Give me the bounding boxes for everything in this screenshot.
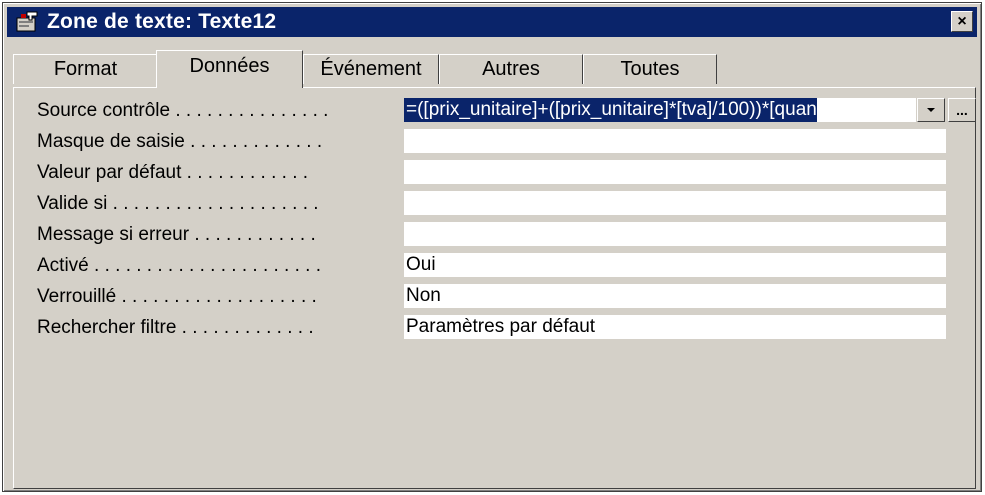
tab-label: Format	[53, 58, 118, 80]
property-label: Valeur par défaut . . . . . . . . . . . …	[37, 162, 309, 183]
title-bar[interactable]: Zone de texte: Texte12 ×	[7, 7, 977, 37]
property-row-rechercher-filtre[interactable]: Rechercher filtre . . . . . . . . . . . …	[27, 315, 972, 340]
property-label: Verrouillé . . . . . . . . . . . . . . .…	[37, 286, 317, 307]
tab-toutes[interactable]: Toutes	[583, 54, 717, 84]
property-row-source-controle[interactable]: Source contrôle . . . . . . . . . . . . …	[27, 98, 976, 123]
valide-si-input[interactable]	[404, 191, 946, 215]
property-row-masque[interactable]: Masque de saisie . . . . . . . . . . . .…	[27, 129, 972, 154]
dropdown-button[interactable]	[917, 98, 945, 122]
property-row-verrouille[interactable]: Verrouillé . . . . . . . . . . . . . . .…	[27, 284, 972, 309]
valeur-par-defaut-input[interactable]	[404, 160, 946, 184]
close-icon: ×	[957, 12, 967, 30]
close-button[interactable]: ×	[951, 11, 973, 32]
property-row-message-erreur[interactable]: Message si erreur . . . . . . . . . . . …	[27, 222, 972, 247]
message-si-erreur-input[interactable]	[404, 222, 946, 246]
rechercher-filtre-input[interactable]: Paramètres par défaut	[404, 315, 946, 339]
ellipsis-icon: ...	[956, 102, 968, 118]
tab-format[interactable]: Format	[13, 54, 158, 84]
selected-text: =([prix_unitaire]+([prix_unitaire]*[tva]…	[404, 98, 817, 122]
property-label: Activé . . . . . . . . . . . . . . . . .…	[37, 255, 322, 276]
property-row-valide-si[interactable]: Valide si . . . . . . . . . . . . . . . …	[27, 191, 972, 216]
tab-donnees[interactable]: Données	[156, 50, 303, 88]
tab-evenement[interactable]: Événement	[303, 54, 439, 84]
property-row-valeur-defaut[interactable]: Valeur par défaut . . . . . . . . . . . …	[27, 160, 972, 185]
tab-autres[interactable]: Autres	[439, 54, 583, 84]
tab-label: Événement	[320, 58, 422, 80]
source-controle-input[interactable]: =([prix_unitaire]+([prix_unitaire]*[tva]…	[404, 98, 916, 122]
chevron-down-icon	[927, 108, 935, 112]
property-label: Valide si . . . . . . . . . . . . . . . …	[37, 193, 319, 214]
tab-label: Autres	[482, 58, 540, 80]
property-row-active[interactable]: Activé . . . . . . . . . . . . . . . . .…	[27, 253, 972, 278]
window-title: Zone de texte: Texte12	[47, 10, 277, 33]
property-label: Rechercher filtre . . . . . . . . . . . …	[37, 317, 314, 338]
property-label: Source contrôle . . . . . . . . . . . . …	[37, 100, 329, 121]
tab-label: Données	[189, 55, 270, 77]
property-label: Masque de saisie . . . . . . . . . . . .…	[37, 131, 323, 152]
verrouille-input[interactable]: Non	[404, 284, 946, 308]
active-input[interactable]: Oui	[404, 253, 946, 277]
property-label: Message si erreur . . . . . . . . . . . …	[37, 224, 316, 245]
expression-builder-button[interactable]: ...	[948, 98, 976, 122]
properties-icon	[13, 10, 41, 34]
tab-label: Toutes	[620, 58, 680, 80]
masque-de-saisie-input[interactable]	[404, 129, 946, 153]
properties-window: Zone de texte: Texte12 × Format Données …	[2, 2, 982, 492]
